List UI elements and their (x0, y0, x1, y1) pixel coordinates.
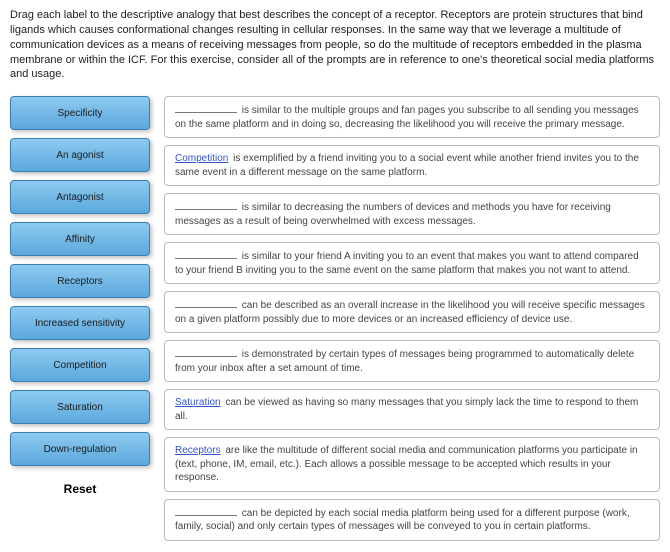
drop-target-6[interactable]: Saturation can be viewed as having so ma… (164, 389, 660, 430)
label-competition[interactable]: Competition (10, 348, 150, 382)
drop-target-0[interactable]: is similar to the multiple groups and fa… (164, 96, 660, 138)
instructions-text: Drag each label to the descriptive analo… (10, 8, 660, 82)
targets-column: is similar to the multiple groups and fa… (164, 96, 660, 541)
target-text: are like the multitude of different soci… (175, 445, 638, 483)
blank-slot[interactable] (175, 347, 237, 357)
filled-answer: Receptors (175, 445, 221, 456)
drop-target-5[interactable]: is demonstrated by certain types of mess… (164, 340, 660, 382)
label-affinity[interactable]: Affinity (10, 222, 150, 256)
target-text: is exemplified by a friend inviting you … (175, 153, 639, 178)
target-text: is demonstrated by certain types of mess… (175, 349, 634, 374)
work-area: Specificity An agonist Antagonist Affini… (10, 96, 660, 541)
labels-column: Specificity An agonist Antagonist Affini… (10, 96, 150, 541)
target-text: can be viewed as having so many messages… (175, 397, 638, 422)
reset-button[interactable]: Reset (10, 474, 150, 496)
label-an-agonist[interactable]: An agonist (10, 138, 150, 172)
blank-slot[interactable] (175, 506, 237, 516)
label-increased-sensitivity[interactable]: Increased sensitivity (10, 306, 150, 340)
label-saturation[interactable]: Saturation (10, 390, 150, 424)
drop-target-8[interactable]: can be depicted by each social media pla… (164, 499, 660, 541)
target-text: is similar to decreasing the numbers of … (175, 202, 611, 227)
drop-target-1[interactable]: Competition is exemplified by a friend i… (164, 145, 660, 186)
blank-slot[interactable] (175, 298, 237, 308)
drop-target-3[interactable]: is similar to your friend A inviting you… (164, 242, 660, 284)
filled-answer: Saturation (175, 397, 221, 408)
drop-target-7[interactable]: Receptors are like the multitude of diff… (164, 437, 660, 492)
filled-answer: Competition (175, 153, 228, 164)
blank-slot[interactable] (175, 249, 237, 259)
target-text: is similar to the multiple groups and fa… (175, 105, 639, 130)
blank-slot[interactable] (175, 103, 237, 113)
label-antagonist[interactable]: Antagonist (10, 180, 150, 214)
label-specificity[interactable]: Specificity (10, 96, 150, 130)
drop-target-4[interactable]: can be described as an overall increase … (164, 291, 660, 333)
target-text: is similar to your friend A inviting you… (175, 251, 639, 276)
target-text: can be depicted by each social media pla… (175, 508, 630, 533)
label-down-regulation[interactable]: Down-regulation (10, 432, 150, 466)
target-text: can be described as an overall increase … (175, 300, 645, 325)
label-receptors[interactable]: Receptors (10, 264, 150, 298)
blank-slot[interactable] (175, 200, 237, 210)
drop-target-2[interactable]: is similar to decreasing the numbers of … (164, 193, 660, 235)
